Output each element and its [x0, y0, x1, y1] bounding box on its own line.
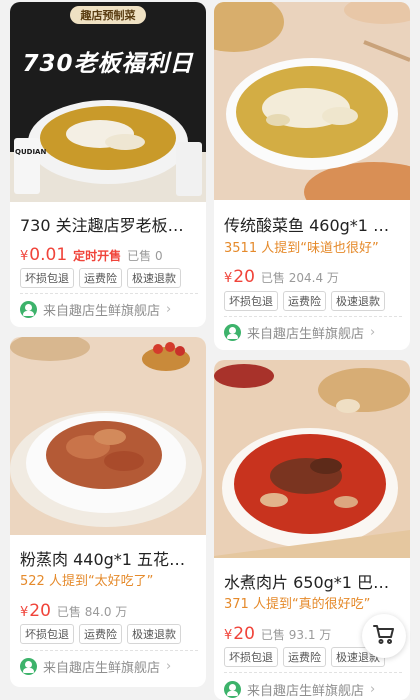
service-tags: 坏损包退 运费险 极速退款	[20, 624, 200, 644]
tag-refund: 极速退款	[127, 624, 181, 644]
shop-name: 来自趣店生鲜旗舰店	[247, 327, 365, 342]
product-title[interactable]: 传统酸菜鱼 460g*1 鱼…	[224, 212, 402, 236]
review-mention: 522 人提到“太好吃了”	[20, 574, 154, 589]
product-card[interactable]: 传统酸菜鱼 460g*1 鱼… 3511 人提到“味道也很好” ¥20 已售 2…	[214, 2, 410, 350]
price-row: ¥20 已售 84.0 万	[20, 601, 198, 621]
shop-name: 来自趣店生鲜旗舰店	[43, 304, 161, 319]
tag-refund: 极速退款	[127, 268, 181, 288]
tag-insurance: 运费险	[283, 291, 326, 311]
shop-logo-icon	[224, 324, 241, 341]
chevron-right-icon: ›	[370, 325, 376, 340]
cart-icon	[372, 622, 396, 650]
price: ¥0.01	[20, 245, 68, 265]
price-row: ¥20 已售 204.4 万	[224, 267, 402, 287]
product-title[interactable]: 730 关注趣店罗老板浮…	[20, 212, 198, 236]
tag-return: 坏损包退	[20, 268, 74, 288]
shop-link[interactable]: 来自趣店生鲜旗舰店 ›	[20, 300, 198, 319]
tag-return: 坏损包退	[224, 647, 278, 667]
promo-banner-text: 730老板福利日	[22, 51, 194, 77]
shop-link[interactable]: 来自趣店生鲜旗舰店 ›	[20, 657, 198, 676]
sold-count: 已售 204.4 万	[260, 271, 339, 285]
tag-insurance: 运费险	[79, 268, 122, 288]
service-tags: 坏损包退 运费险 极速退款	[20, 268, 200, 288]
divider	[20, 650, 198, 651]
package-label: QUDIAN	[15, 148, 47, 156]
divider	[224, 672, 402, 673]
shop-name: 来自趣店生鲜旗舰店	[247, 684, 365, 699]
divider	[224, 316, 402, 317]
shop-logo-icon	[20, 301, 37, 318]
sold-count: 已售 0	[127, 249, 163, 263]
shop-link[interactable]: 来自趣店生鲜旗舰店 ›	[224, 323, 402, 342]
chevron-right-icon: ›	[166, 302, 172, 317]
price: ¥20	[20, 601, 51, 621]
product-card[interactable]: 趣店预制菜 730老板福利日 QUDIAN 730 关注趣店罗老板浮… ¥0.0…	[10, 2, 206, 327]
tag-insurance: 运费险	[283, 647, 326, 667]
product-title[interactable]: 水煮肉片 650g*1 巴渝…	[224, 569, 402, 593]
chevron-right-icon: ›	[166, 659, 172, 674]
product-feed: 趣店预制菜 730老板福利日 QUDIAN 730 关注趣店罗老板浮… ¥0.0…	[0, 0, 420, 700]
shop-name: 来自趣店生鲜旗舰店	[43, 661, 161, 676]
price-row: ¥0.01 定时开售 已售 0	[20, 245, 198, 265]
shop-link[interactable]: 来自趣店生鲜旗舰店 ›	[224, 680, 402, 699]
cart-button[interactable]	[362, 614, 406, 658]
shop-logo-icon	[20, 658, 37, 675]
price: ¥20	[224, 267, 255, 287]
product-image[interactable]	[214, 360, 410, 558]
sold-count: 已售 84.0 万	[56, 605, 128, 619]
tag-return: 坏损包退	[20, 624, 74, 644]
product-image[interactable]	[10, 337, 206, 535]
sale-time-tag: 定时开售	[73, 249, 122, 263]
divider	[20, 293, 198, 294]
tag-refund: 极速退款	[331, 291, 385, 311]
service-tags: 坏损包退 运费险 极速退款	[224, 291, 404, 311]
tag-return: 坏损包退	[224, 291, 278, 311]
brand-badge: 趣店预制菜	[80, 9, 136, 22]
sold-count: 已售 93.1 万	[260, 628, 332, 642]
product-card[interactable]: 粉蒸肉 440g*1 五花肉… 522 人提到“太好吃了” ¥20 已售 84.…	[10, 337, 206, 687]
tag-insurance: 运费险	[79, 624, 122, 644]
product-image[interactable]	[214, 2, 410, 200]
review-mention: 3511 人提到“味道也很好”	[224, 241, 379, 256]
shop-logo-icon	[224, 681, 241, 698]
price: ¥20	[224, 624, 255, 644]
product-image[interactable]: 趣店预制菜 730老板福利日 QUDIAN	[10, 2, 206, 202]
review-mention: 371 人提到“真的很好吃”	[224, 597, 371, 612]
chevron-right-icon: ›	[370, 682, 376, 697]
product-title[interactable]: 粉蒸肉 440g*1 五花肉…	[20, 546, 198, 570]
